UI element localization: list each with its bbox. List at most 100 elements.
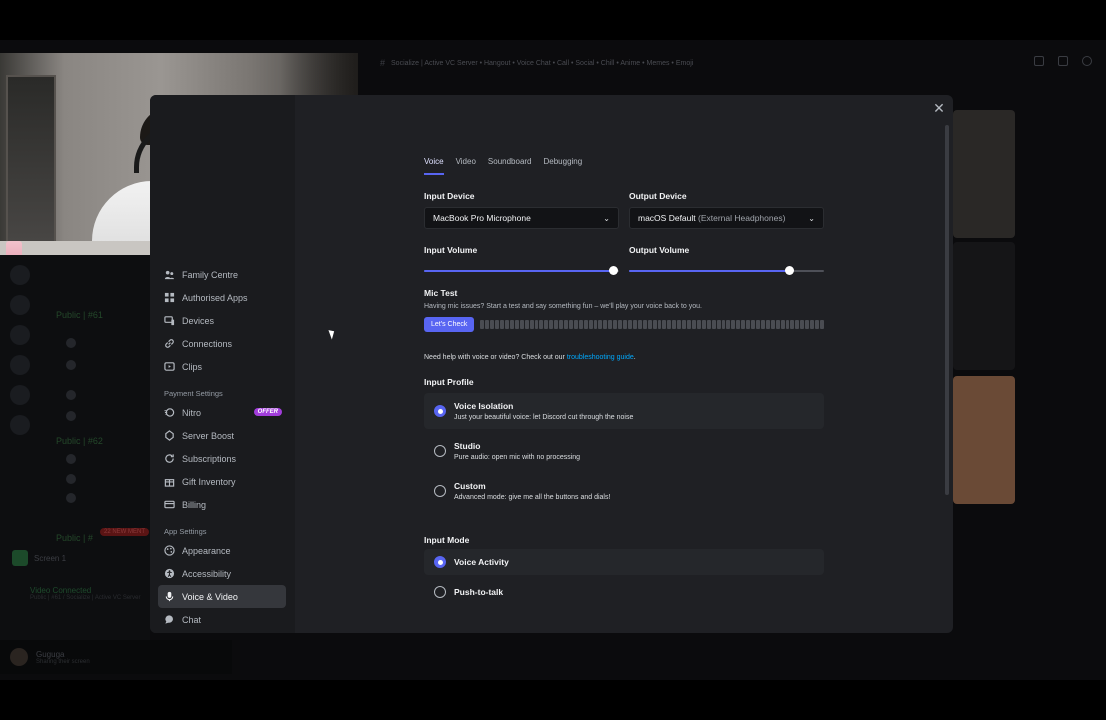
profile-option-voice-isolation[interactable]: Voice Isolation Just your beautiful voic… [424,393,824,429]
meter-bar [805,320,810,329]
tab-video[interactable]: Video [456,157,476,173]
meter-bar [770,320,775,329]
meter-bar [524,320,529,329]
meter-bar [500,320,504,329]
meter-bar [573,320,578,329]
screen-icon [12,550,28,566]
sidebar-item-accessibility[interactable]: Accessibility [158,562,286,585]
tab-soundboard[interactable]: Soundboard [488,157,532,173]
user-status: Sharing their screen [36,658,90,665]
video-tile [953,376,1015,504]
avatar [66,474,76,484]
input-volume-label: Input Volume [424,245,478,255]
voice-settings-content: Voice Video Soundboard Debugging Input D… [424,157,824,605]
sidebar-item-server-boost[interactable]: Server Boost [158,424,286,447]
radio-button[interactable] [434,485,446,497]
close-icon[interactable]: ✕ [932,101,946,115]
server-icon [10,295,30,315]
sidebar-item-gift-inventory[interactable]: Gift Inventory [158,470,286,493]
background-topbar: # Socialize | Active VC Server • Hangout… [360,52,1106,74]
sidebar-item-subscriptions[interactable]: Subscriptions [158,447,286,470]
meter-bar [578,320,583,329]
avatar [66,454,76,464]
sidebar-item-clips[interactable]: Clips [158,355,286,378]
troubleshooting-link[interactable]: troubleshooting guide [567,354,634,361]
output-volume-slider[interactable] [629,266,824,276]
meter-bar [765,320,770,329]
mode-option-push-to-talk[interactable]: Push-to-talk [424,579,824,605]
meter-bar [751,320,755,329]
meter-bar [800,320,805,329]
sidebar-item-authorised-apps[interactable]: Authorised Apps [158,286,286,309]
meter-bar [687,320,691,329]
sidebar-item-chat[interactable]: Chat [158,608,286,631]
tab-voice[interactable]: Voice [424,157,444,175]
meter-bar [598,320,603,329]
server-icon [10,385,30,405]
sidebar-item-devices[interactable]: Devices [158,309,286,332]
meter-bar [790,320,795,329]
payment-settings-header: Payment Settings [164,389,223,398]
output-volume-label: Output Volume [629,245,690,255]
user-panel: Guguga Sharing their screen [0,640,232,674]
input-volume-knob[interactable] [609,266,619,275]
meter-bar [652,320,657,329]
accessibility-icon [164,568,175,579]
radio-button[interactable] [434,445,446,457]
chat-icon [164,614,175,625]
chevron-down-icon: ⌄ [808,213,815,223]
meter-bar [608,320,613,329]
meter-bar [647,320,652,329]
meter-bar [731,320,736,329]
input-volume-slider[interactable] [424,266,619,276]
output-device-select[interactable]: macOS Default (External Headphones) ⌄ [629,207,824,229]
radio-button[interactable] [434,586,446,598]
username: Guguga [36,649,65,659]
background-member [56,411,82,421]
meter-bar [564,320,568,329]
meter-bar [755,320,760,329]
background-server-list [0,255,40,640]
sidebar-item-appearance[interactable]: Appearance [158,539,286,562]
meter-bar [568,320,573,329]
scrollbar[interactable] [945,125,949,495]
meter-bar [519,320,524,329]
avatar [66,390,76,400]
input-profile-title: Input Profile [424,377,474,387]
meter-bar [583,320,588,329]
meter-bar [662,320,667,329]
meter-bar [539,320,544,329]
output-volume-knob[interactable] [784,266,794,275]
tab-debugging[interactable]: Debugging [544,157,583,173]
avatar [66,411,76,421]
sidebar-item-nitro[interactable]: Nitro OFFER [158,401,286,424]
meter-bar [760,320,765,329]
meter-bar [701,320,706,329]
meter-bar [623,320,628,329]
background-member [56,493,82,503]
sidebar-item-voice-video[interactable]: Voice & Video [158,585,286,608]
radio-button[interactable] [434,405,446,417]
profile-option-custom[interactable]: Custom Advanced mode: give me all the bu… [424,473,824,509]
sidebar-item-connections[interactable]: Connections [158,332,286,355]
mode-option-voice-activity[interactable]: Voice Activity [424,549,824,575]
lets-check-button[interactable]: Let's Check [424,317,475,332]
meter-bar [632,320,637,329]
sidebar-item-billing[interactable]: Billing [158,493,286,516]
video-tile [953,110,1015,238]
avatar [66,338,76,348]
radio-button[interactable] [434,556,446,568]
meter-bar [588,320,593,329]
avatar [66,493,76,503]
server-icon [10,355,30,375]
profile-option-studio[interactable]: Studio Pure audio: open mic with no proc… [424,433,824,469]
input-device-select[interactable]: MacBook Pro Microphone ⌄ [424,207,619,229]
meter-bar [544,320,549,329]
meter-bar [593,320,598,329]
meter-bar [613,320,618,329]
help-text: Need help with voice or video? Check out… [424,354,636,361]
background-member [56,474,82,484]
meter-bar [534,320,539,329]
mic-level-meter [480,320,824,329]
sidebar-item-family-centre[interactable]: Family Centre [158,263,286,286]
